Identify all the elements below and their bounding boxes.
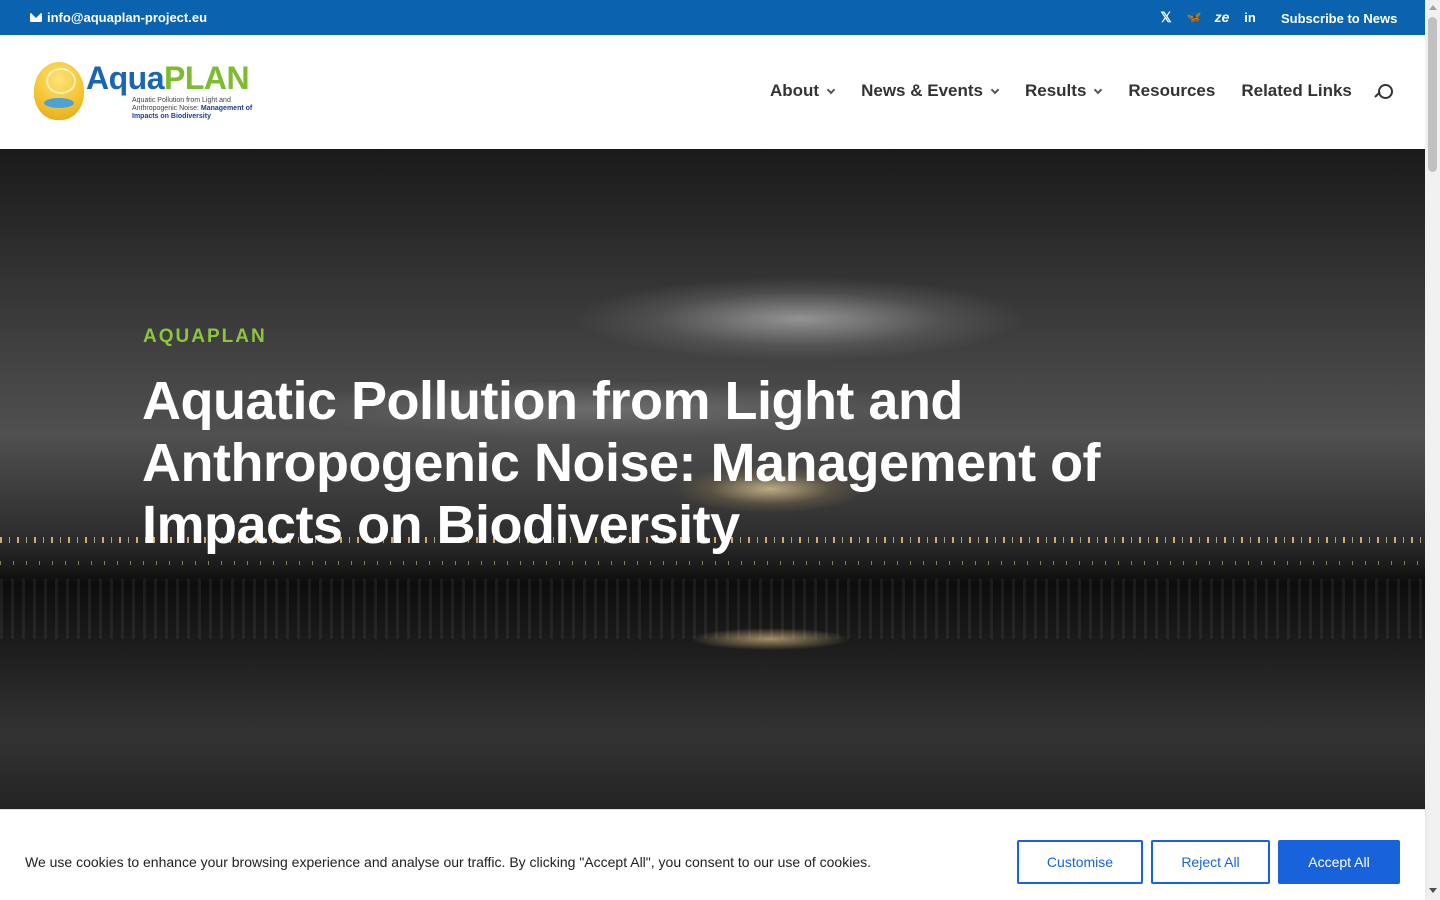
chevron-down-icon — [1094, 85, 1103, 94]
nav-item-about[interactable]: About — [770, 81, 836, 101]
logo[interactable]: AquaPLAN Aquatic Pollution from Light an… — [34, 60, 258, 124]
x-twitter-icon[interactable]: 𝕏 — [1158, 9, 1174, 25]
page-scrollbar[interactable] — [1425, 0, 1440, 900]
nav-item-resources[interactable]: Resources — [1128, 81, 1215, 101]
reject-all-button[interactable]: Reject All — [1151, 840, 1270, 884]
top-bar: info@aquaplan-project.eu 𝕏 🦋 ze in Subsc… — [0, 0, 1425, 35]
hero-city-lights-lower — [0, 561, 1425, 565]
logo-emblem-icon — [34, 62, 84, 120]
search-icon[interactable] — [1375, 84, 1393, 100]
logo-brand: AquaPLAN — [86, 60, 250, 96]
nav-item-news-events[interactable]: News & Events — [861, 81, 1000, 101]
email-link[interactable]: info@aquaplan-project.eu — [30, 10, 207, 25]
customise-button[interactable]: Customise — [1017, 840, 1143, 884]
linkedin-icon[interactable]: in — [1242, 9, 1258, 25]
hero-section: AQUAPLAN Aquatic Pollution from Light an… — [0, 149, 1425, 900]
hero-water-reflection — [0, 579, 1425, 639]
scroll-up-arrow-icon[interactable] — [1429, 5, 1437, 10]
envelope-icon — [30, 13, 42, 22]
hero-eyebrow: AQUAPLAN — [143, 326, 267, 347]
main-nav: About News & Events Results Resources Re… — [770, 81, 1352, 101]
scrollbar-thumb[interactable] — [1428, 17, 1437, 172]
site-header: AquaPLAN Aquatic Pollution from Light an… — [0, 35, 1425, 149]
subscribe-link[interactable]: Subscribe to News — [1281, 11, 1397, 26]
bluesky-icon[interactable]: 🦋 — [1186, 9, 1202, 25]
nav-item-related-links[interactable]: Related Links — [1241, 81, 1352, 101]
accept-all-button[interactable]: Accept All — [1278, 840, 1400, 884]
logo-tagline: Aquatic Pollution from Light and Anthrop… — [132, 97, 253, 120]
chevron-down-icon — [990, 85, 1000, 94]
cookie-banner: We use cookies to enhance your browsing … — [0, 809, 1425, 900]
social-links: 𝕏 🦋 ze in — [1158, 9, 1258, 26]
zenodo-icon[interactable]: ze — [1214, 9, 1230, 25]
nav-item-results[interactable]: Results — [1025, 81, 1103, 101]
email-text: info@aquaplan-project.eu — [47, 10, 208, 25]
scroll-down-arrow-icon[interactable] — [1429, 888, 1437, 893]
cookie-message: We use cookies to enhance your browsing … — [25, 854, 871, 870]
chevron-down-icon — [826, 85, 836, 94]
hero-headline: Aquatic Pollution from Light and Anthrop… — [142, 371, 1101, 555]
